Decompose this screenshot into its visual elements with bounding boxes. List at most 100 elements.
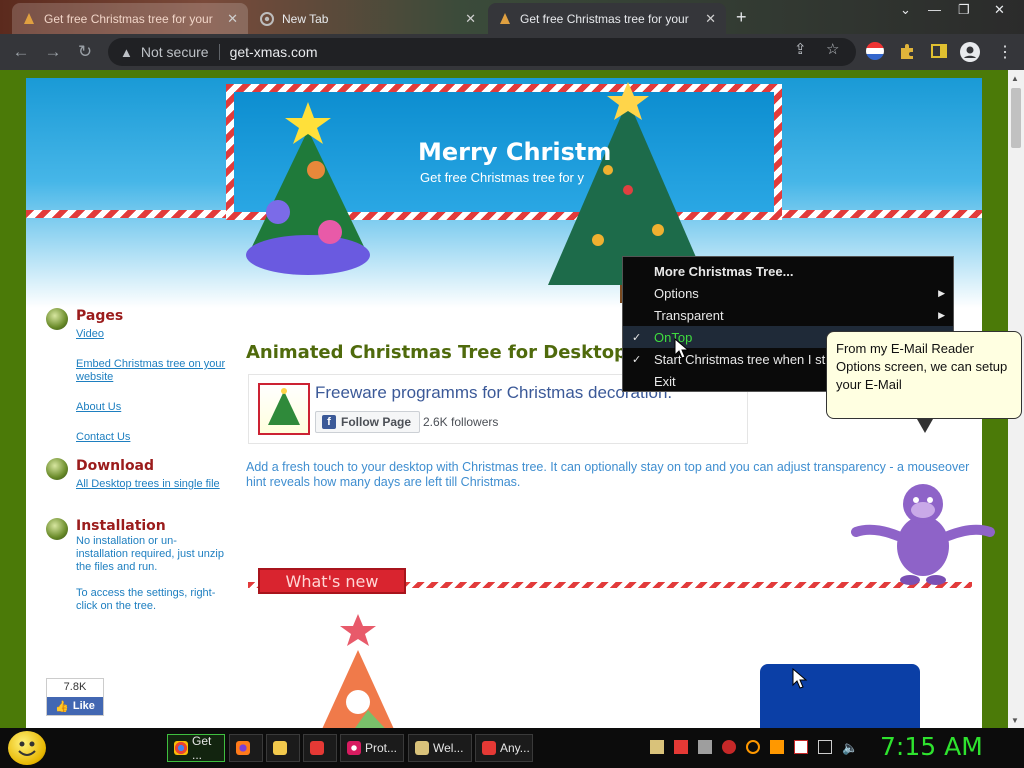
ornament-icon [46,308,68,330]
taskbar-label: Prot... [365,741,398,755]
tab-search-icon[interactable]: ⌄ [900,2,911,18]
anydesk-icon [310,741,324,755]
tab-get-xmas-active[interactable]: Get free Christmas tree for your ✕ [488,3,726,34]
taskbar: Get ... Prot... Wel... Any... 🔈 7:15 AM [0,728,1024,768]
new-tab-button[interactable]: + [736,7,747,28]
fb-like-widget: 7.8K 👍 Like [46,678,104,716]
tab-title: New Tab [282,11,329,26]
sidebar-panel-icon[interactable] [930,42,948,60]
address-bar[interactable]: ▲ Not secure get-xmas.com [108,38,856,66]
installation-heading: Installation [76,518,166,534]
like-count: 7.8K [63,681,87,693]
taskbar-welcome[interactable]: Wel... [408,734,472,762]
tab-title: Get free Christmas tree for your [44,11,213,26]
whats-new-ribbon: What's new [258,568,406,594]
reload-icon[interactable]: ↻ [74,41,96,63]
download-heading: Download [76,458,155,474]
restore-icon[interactable]: ❐ [958,2,970,18]
paper-tree-icon [322,614,394,728]
fb-page-thumbnail[interactable] [258,383,310,435]
tray-flag-icon[interactable] [794,740,808,754]
back-icon[interactable]: ← [10,41,32,63]
minimize-icon[interactable]: — [928,2,941,17]
banner-subtitle: Get free Christmas tree for y [420,170,584,185]
menu-kebab-icon[interactable]: ⋮ [996,42,1014,61]
banner-title: Merry Christm [418,138,612,166]
close-window-icon[interactable]: ✕ [994,2,1005,18]
scroll-up-icon[interactable]: ▲ [1011,74,1019,83]
link-video[interactable]: Video [76,328,226,341]
volume-icon[interactable]: 🔈 [842,740,858,755]
taskbar-anydesk-1[interactable] [303,734,337,762]
menu-item-transparent[interactable]: Transparent ▶ [623,304,953,326]
tab-new-tab[interactable]: New Tab ✕ [250,3,486,34]
taskbar-folder[interactable] [266,734,300,762]
taskbar-clock[interactable]: 7:15 AM [880,732,983,761]
taskbar-anydesk[interactable]: Any... [475,734,533,762]
taskbar-prot[interactable]: Prot... [340,734,404,762]
profile-avatar-icon[interactable] [960,42,980,62]
menu-item-options[interactable]: Options ▶ [623,282,953,304]
installation-text: No installation or un-installation requi… [76,535,224,573]
warning-icon: ▲ [120,44,133,60]
link-about-us[interactable]: About Us [76,401,226,414]
fb-page-name[interactable]: Freeware programms for Christmas decorat… [315,383,672,403]
fb-follow-button[interactable]: f Follow Page [315,411,421,433]
scroll-thumb[interactable] [1011,88,1021,148]
link-contact-us[interactable]: Contact Us [76,431,226,444]
security-label: Not secure [140,44,209,60]
tab-strip: Get free Christmas tree for your ✕ New T… [0,0,1024,34]
forward-icon[interactable]: → [42,41,64,63]
close-icon[interactable]: ✕ [705,11,716,27]
balloon-tail [917,419,933,433]
menu-item-label: Transparent [654,307,724,323]
pages-heading: Pages [76,308,124,324]
folder-icon [273,741,287,755]
checkmark-icon: ✓ [632,353,642,366]
close-icon[interactable]: ✕ [227,11,238,27]
mouse-cursor-icon [792,668,808,689]
menu-item-more-trees[interactable]: More Christmas Tree... [623,260,953,282]
tree-favicon-icon [22,12,36,26]
taskbar-firefox[interactable] [229,734,263,762]
taskbar-label: Wel... [433,741,464,755]
facebook-icon: f [322,415,336,429]
blue-preview-panel [760,664,920,728]
tree-favicon-icon [498,12,512,26]
share-icon[interactable]: ⇪ [794,40,807,58]
page-title: Animated Christmas Tree for Desktop [246,342,627,363]
tray-app-orange-icon[interactable] [770,740,784,754]
protection-icon [347,741,361,755]
purple-gorilla-mascot-icon [851,484,995,585]
like-button[interactable]: 👍 Like [47,697,103,715]
bookmark-star-icon[interactable]: ☆ [826,40,839,58]
submenu-arrow-icon: ▶ [938,287,945,298]
anydesk-icon [482,741,496,755]
tray-display-icon[interactable] [818,740,832,754]
tray-app-icon[interactable] [650,740,664,754]
tray-network-icon[interactable] [698,740,712,754]
scroll-down-icon[interactable]: ▼ [1011,716,1019,725]
extensions-puzzle-icon[interactable] [898,42,916,60]
close-icon[interactable]: ✕ [465,11,476,27]
tray-anydesk-icon[interactable] [674,740,688,754]
divider [218,44,220,60]
settings-hint: To access the settings, right-click on t… [76,587,216,612]
taskbar-label: Any... [500,741,530,755]
tab-get-xmas-1[interactable]: Get free Christmas tree for your ✕ [12,3,248,34]
tray-search-icon[interactable] [746,740,760,754]
tab-title: Get free Christmas tree for your [520,11,689,26]
link-embed-tree[interactable]: Embed Christmas tree on your website [76,358,226,384]
taskbar-label: Get ... [192,734,212,762]
chrome-icon [260,11,274,26]
like-label: Like [72,700,95,712]
menu-item-label: More Christmas Tree... [654,263,794,279]
mascot-speech-balloon: From my E-Mail Reader Options screen, we… [826,331,1022,419]
menu-item-label: Exit [654,373,676,389]
start-smiley-button[interactable] [8,731,46,765]
vpn-extension-icon[interactable] [866,42,884,60]
link-all-trees[interactable]: All Desktop trees in single file [76,478,226,491]
tray-protection-icon[interactable] [722,740,736,754]
fb-follow-label: Follow Page [341,415,412,429]
taskbar-chrome[interactable]: Get ... [167,734,225,762]
